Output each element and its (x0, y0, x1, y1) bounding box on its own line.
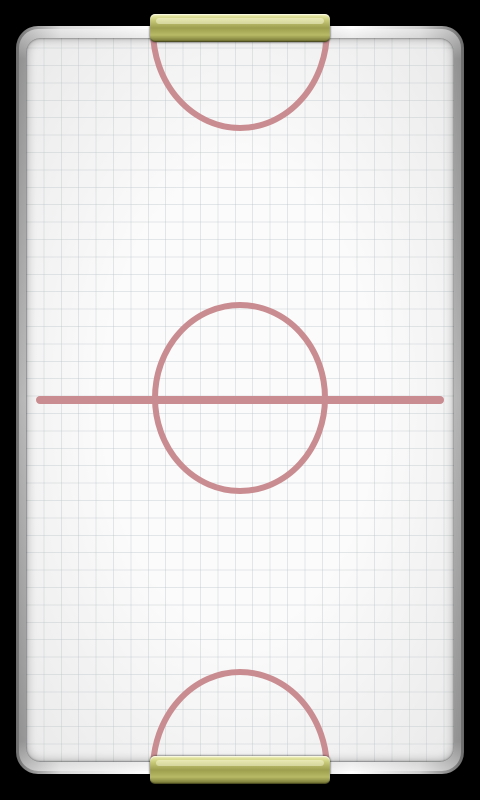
rink-surface[interactable] (26, 38, 454, 762)
goal-bottom (150, 756, 330, 784)
goal-top (150, 14, 330, 42)
